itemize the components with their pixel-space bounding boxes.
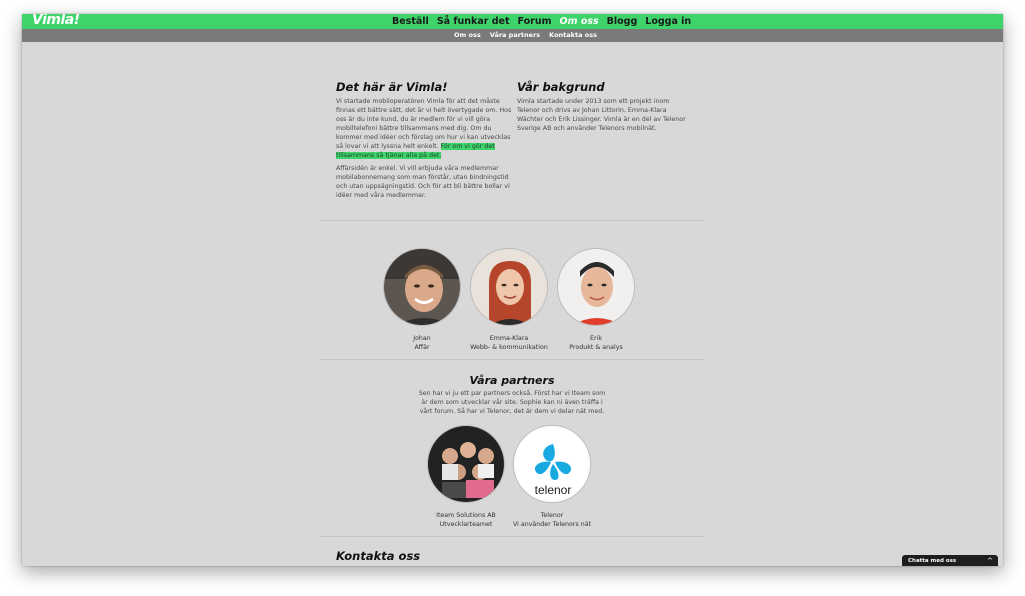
subnav-item-kontakta-oss[interactable]: Kontakta oss [549,29,597,42]
about-paragraph-1: Vi startade mobiloperatören Vimla för at… [336,97,512,160]
main-nav: Beställ Så funkar det Forum Om oss Blogg… [392,15,691,28]
partner-role: Vi använder Telenors nät [512,521,592,528]
team-caption: Erik Produkt & analys [541,334,651,352]
portrait-johan-image [384,249,460,325]
background-title: Vår bakgrund [517,80,605,94]
nav-item-om-oss[interactable]: Om oss [560,15,599,28]
section-divider [320,359,704,360]
chat-label[interactable]: Chatta med oss [908,555,956,566]
vimla-logo[interactable]: Vimla! [32,14,80,28]
nav-item-sa-funkar-det[interactable]: Så funkar det [437,15,510,28]
nav-item-forum[interactable]: Forum [518,15,552,28]
subnav-item-om-oss[interactable]: Om oss [454,29,481,42]
partner-caption: Telenor Vi använder Telenors nät [497,511,607,529]
avatar-emma-klara [470,248,548,326]
nav-item-blogg[interactable]: Blogg [607,15,638,28]
background-section: Vår bakgrund Vimla startade under 2013 s… [517,80,693,133]
telenor-logo-text: telenor [535,483,572,497]
partners-text: Sen har vi ju ett par partners också. Fö… [418,390,606,415]
nav-item-bestall[interactable]: Beställ [392,15,429,28]
iteam-team-image [428,426,504,502]
sub-nav: Om oss Våra partners Kontakta oss [454,29,597,42]
chevron-up-icon[interactable]: ^ [987,555,993,566]
section-divider [320,536,704,537]
about-section: Det här är Vimla! Vi startade mobilopera… [336,80,512,200]
partner-name: Telenor [540,512,564,519]
partner-telenor: telenor Telenor Vi använder Telenors nät [497,425,607,529]
top-navigation-bar: Vimla! Beställ Så funkar det Forum Om os… [22,14,1003,29]
nav-item-logga-in[interactable]: Logga in [645,15,691,28]
portrait-emma-klara-image [471,249,547,325]
about-paragraph-2: Affärsidén är enkel. Vi vill erbjuda vår… [336,165,510,199]
partner-iteam-photo [427,425,505,503]
avatar-erik [557,248,635,326]
background-text: Vimla startade under 2013 som ett projek… [517,98,686,132]
team-name: Erik [590,335,602,342]
subnav-item-vara-partners[interactable]: Våra partners [490,29,540,42]
telenor-logo-icon: telenor [514,426,590,502]
browser-viewport: Vimla! Beställ Så funkar det Forum Om os… [22,14,1003,566]
avatar-johan [383,248,461,326]
section-divider [320,220,704,221]
chat-widget[interactable]: Chatta med oss ^ [902,555,998,566]
partner-telenor-logo: telenor [513,425,591,503]
contact-title: Kontakta oss [336,549,421,563]
team-role: Produkt & analys [569,344,623,351]
partners-title: Våra partners [469,374,555,387]
portrait-erik-image [558,249,634,325]
team-member-erik: Erik Produkt & analys [541,248,651,352]
sub-navigation-bar: Om oss Våra partners Kontakta oss [22,29,1003,42]
about-title: Det här är Vimla! [336,80,448,94]
